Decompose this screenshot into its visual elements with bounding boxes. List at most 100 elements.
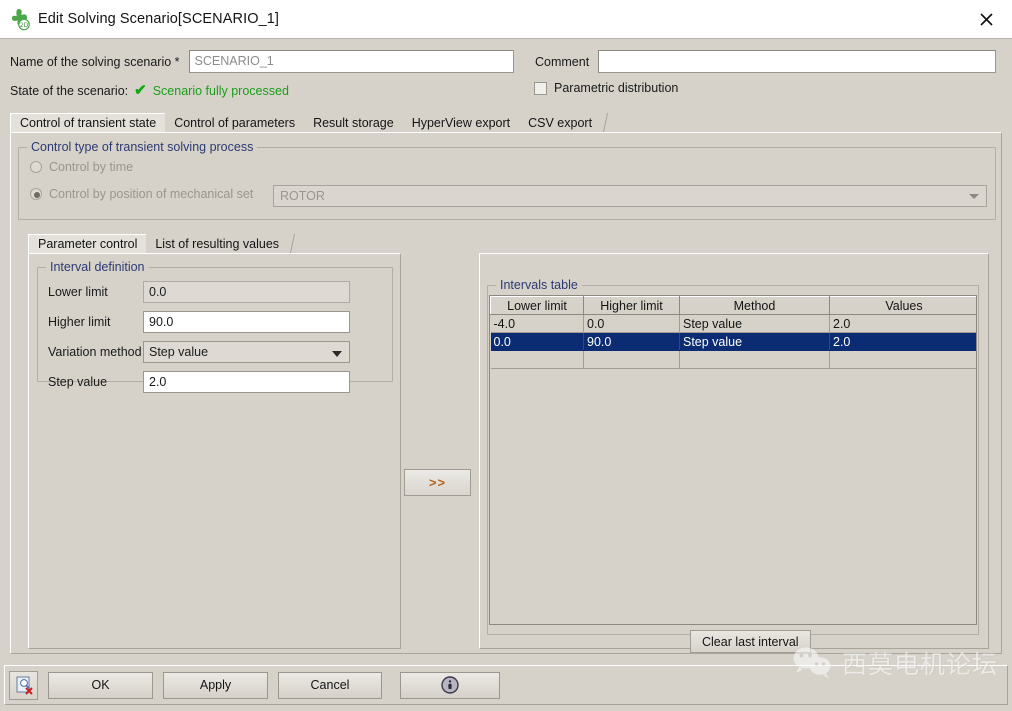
window-title: Edit Solving Scenario[SCENARIO_1] (38, 11, 280, 27)
cell-higher-limit (583, 350, 680, 369)
tab-hyperview-export[interactable]: HyperView export (402, 113, 520, 132)
apply-button-label: Apply (199, 678, 232, 692)
step-value-input[interactable]: 2.0 (143, 371, 350, 393)
cell-higher-limit: 90.0 (583, 332, 680, 351)
delete-scenario-icon[interactable] (9, 670, 38, 700)
subtab-list-of-resulting-values[interactable]: List of resulting values (146, 234, 289, 253)
scenario-state-row: State of the scenario: ✔ Scenario fully … (10, 83, 289, 98)
cell-values: 2.0 (829, 314, 976, 333)
cell-method (679, 350, 830, 369)
chevron-down-icon (332, 351, 342, 357)
parametric-distribution-label: Parametric distribution (554, 81, 679, 95)
apply-button[interactable]: Apply (163, 671, 268, 699)
column-header-values[interactable]: Values (829, 296, 976, 315)
cell-lower-limit (490, 350, 584, 369)
tab-control-of-parameters[interactable]: Control of parameters (165, 113, 305, 132)
cell-values (829, 350, 976, 369)
comment-row: Comment (535, 50, 997, 73)
ok-button[interactable]: OK (48, 671, 153, 699)
variation-method-combo[interactable]: Step value (143, 341, 350, 363)
cell-higher-limit: 0.0 (583, 314, 680, 333)
info-button[interactable] (400, 671, 500, 699)
radio-label: Control by time (49, 160, 134, 174)
radio-icon[interactable] (30, 161, 42, 173)
close-icon (979, 12, 993, 26)
tab-label: Control of parameters (174, 115, 296, 130)
intervals-table-wrapper[interactable]: Lower limit Higher limit Method Values -… (489, 295, 977, 625)
scenario-state-label: State of the scenario: (10, 83, 129, 98)
field-step-value: Step value 2.0 (48, 371, 350, 393)
scenario-name-row: Name of the solving scenario * SCENARIO_… (10, 50, 514, 73)
intervals-panel: Intervals table Lower limit Higher limit… (479, 253, 989, 653)
cancel-button-label: Cancel (310, 678, 350, 692)
tab-label: HyperView export (411, 115, 511, 130)
svg-text:2D: 2D (20, 22, 29, 29)
radio-control-by-time[interactable]: Control by time (30, 160, 133, 174)
chevron-down-icon (969, 194, 979, 199)
scenario-name-input[interactable]: SCENARIO_1 (188, 50, 514, 73)
mechanical-set-value: ROTOR (280, 189, 325, 203)
intervals-table: Lower limit Higher limit Method Values -… (490, 296, 976, 369)
interval-definition-title: Interval definition (46, 260, 149, 274)
parameter-control-panel: Interval definition Lower limit 0.0 High… (28, 253, 401, 649)
dialog-body: Name of the solving scenario * SCENARIO_… (0, 39, 1012, 711)
comment-input[interactable] (598, 50, 997, 73)
comment-label: Comment (535, 54, 590, 69)
mechanical-set-combo[interactable]: ROTOR (273, 185, 987, 207)
subtab-label: List of resulting values (155, 236, 280, 251)
check-icon: ✔ (134, 82, 147, 99)
intervals-table-group: Intervals table Lower limit Higher limit… (487, 278, 979, 653)
table-row[interactable] (490, 350, 976, 369)
clear-last-interval-label: Clear last interval (702, 634, 799, 649)
table-header-row: Lower limit Higher limit Method Values (490, 296, 976, 315)
cancel-button[interactable]: Cancel (278, 671, 382, 699)
scenario-name-label: Name of the solving scenario * (10, 54, 180, 69)
edit-solving-scenario-dialog: 2D Edit Solving Scenario[SCENARIO_1] Nam… (0, 0, 1012, 711)
parametric-distribution-row[interactable]: Parametric distribution (534, 81, 678, 95)
radio-icon[interactable] (30, 188, 42, 200)
flux2d-icon: 2D (6, 6, 32, 32)
column-header-higher-limit[interactable]: Higher limit (583, 296, 680, 315)
control-type-group-title: Control type of transient solving proces… (27, 140, 258, 154)
cell-values: 2.0 (829, 332, 976, 351)
tab-control-of-transient-state[interactable]: Control of transient state (10, 113, 166, 132)
column-header-lower-limit[interactable]: Lower limit (490, 296, 584, 315)
main-tabstrip: Control of transient state Control of pa… (10, 113, 1002, 132)
cell-lower-limit: 0.0 (490, 332, 584, 351)
ok-button-label: OK (91, 678, 110, 692)
control-type-group: Control type of transient solving proces… (18, 140, 996, 220)
field-label: Lower limit (48, 285, 108, 299)
scenario-state-value: Scenario fully processed (152, 83, 289, 98)
table-row[interactable]: 0.0 90.0 Step value 2.0 (490, 332, 976, 351)
column-header-method[interactable]: Method (679, 296, 830, 315)
tab-csv-export[interactable]: CSV export (519, 113, 602, 132)
field-lower-limit: Lower limit 0.0 (48, 281, 350, 303)
field-label: Step value (48, 375, 108, 389)
field-label: Variation method (48, 345, 142, 359)
tab-result-storage[interactable]: Result storage (304, 113, 403, 132)
sub-tabstrip: Parameter control List of resulting valu… (28, 234, 988, 253)
tab-label: Result storage (313, 115, 394, 130)
lower-limit-input: 0.0 (143, 281, 350, 303)
transient-state-panel: Control type of transient solving proces… (10, 132, 1002, 654)
intervals-table-title: Intervals table (496, 278, 582, 292)
field-label: Higher limit (48, 315, 111, 329)
table-row[interactable]: -4.0 0.0 Step value 2.0 (490, 314, 976, 333)
field-variation-method: Variation method Step value (48, 341, 350, 363)
tab-label: Control of transient state (20, 116, 157, 130)
dialog-button-bar: OK Apply Cancel (4, 665, 1008, 705)
cell-lower-limit: -4.0 (490, 314, 584, 333)
subtab-label: Parameter control (38, 237, 138, 251)
info-icon (441, 676, 459, 694)
cell-method: Step value (679, 314, 830, 333)
higher-limit-input[interactable]: 90.0 (143, 311, 350, 333)
variation-method-value: Step value (149, 345, 209, 359)
close-button[interactable] (960, 0, 1012, 38)
add-interval-button[interactable]: >> (404, 469, 471, 496)
add-interval-button-label: >> (428, 475, 447, 490)
parametric-distribution-checkbox[interactable] (534, 81, 547, 95)
clear-last-interval-button[interactable]: Clear last interval (690, 630, 811, 653)
subtab-parameter-control[interactable]: Parameter control (28, 234, 147, 253)
cell-method: Step value (679, 332, 830, 351)
radio-control-by-position[interactable]: Control by position of mechanical set (30, 187, 253, 201)
